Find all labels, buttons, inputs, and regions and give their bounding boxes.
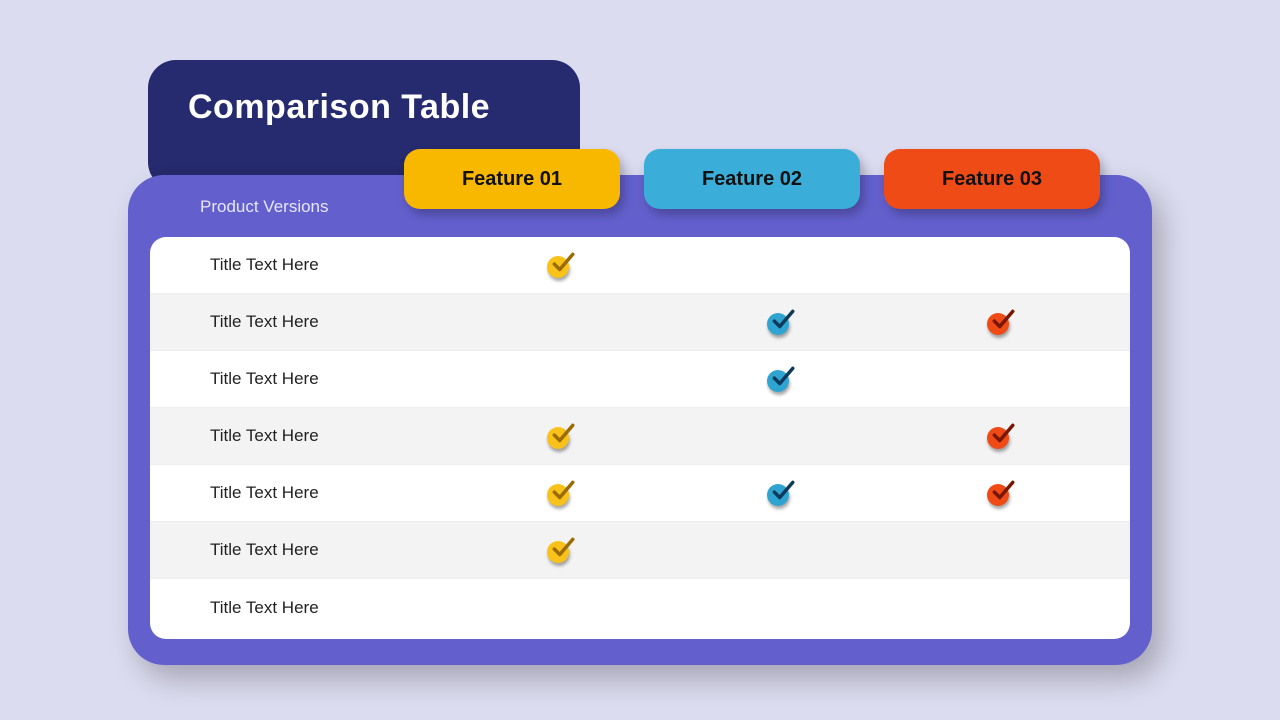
cell xyxy=(670,366,890,392)
check-icon xyxy=(547,537,573,563)
cell xyxy=(670,480,890,506)
table-row: Title Text Here xyxy=(150,237,1130,294)
check-icon xyxy=(547,480,573,506)
cell xyxy=(450,537,670,563)
check-icon xyxy=(987,309,1013,335)
check-icon xyxy=(547,252,573,278)
row-label: Title Text Here xyxy=(150,426,450,446)
row-label: Title Text Here xyxy=(150,540,450,560)
table-row: Title Text Here xyxy=(150,579,1130,636)
cell xyxy=(890,423,1110,449)
check-icon xyxy=(767,366,793,392)
subheader: Product Versions xyxy=(200,197,329,217)
check-icon xyxy=(547,423,573,449)
table-row: Title Text Here xyxy=(150,522,1130,579)
feature-label: Feature 02 xyxy=(702,168,802,191)
feature-pill-2: Feature 02 xyxy=(644,149,860,209)
cell xyxy=(450,480,670,506)
row-label: Title Text Here xyxy=(150,369,450,389)
table-row: Title Text Here xyxy=(150,465,1130,522)
page-title: Comparison Table xyxy=(188,88,540,127)
feature-label: Feature 03 xyxy=(942,168,1042,191)
table-row: Title Text Here xyxy=(150,408,1130,465)
table-row: Title Text Here xyxy=(150,294,1130,351)
cell xyxy=(450,252,670,278)
check-icon xyxy=(987,423,1013,449)
feature-pill-3: Feature 03 xyxy=(884,149,1100,209)
cell xyxy=(450,423,670,449)
check-icon xyxy=(767,480,793,506)
row-label: Title Text Here xyxy=(150,598,450,618)
row-label: Title Text Here xyxy=(150,255,450,275)
table-row: Title Text Here xyxy=(150,351,1130,408)
cell xyxy=(890,309,1110,335)
row-label: Title Text Here xyxy=(150,483,450,503)
comparison-grid: Title Text Here Title Text Here Title Text… xyxy=(150,237,1130,639)
check-icon xyxy=(767,309,793,335)
cell xyxy=(890,480,1110,506)
cell xyxy=(670,309,890,335)
feature-label: Feature 01 xyxy=(462,168,562,191)
feature-pill-1: Feature 01 xyxy=(404,149,620,209)
check-icon xyxy=(987,480,1013,506)
comparison-card: Product Versions Feature 01 Feature 02 F… xyxy=(128,175,1152,665)
row-label: Title Text Here xyxy=(150,312,450,332)
